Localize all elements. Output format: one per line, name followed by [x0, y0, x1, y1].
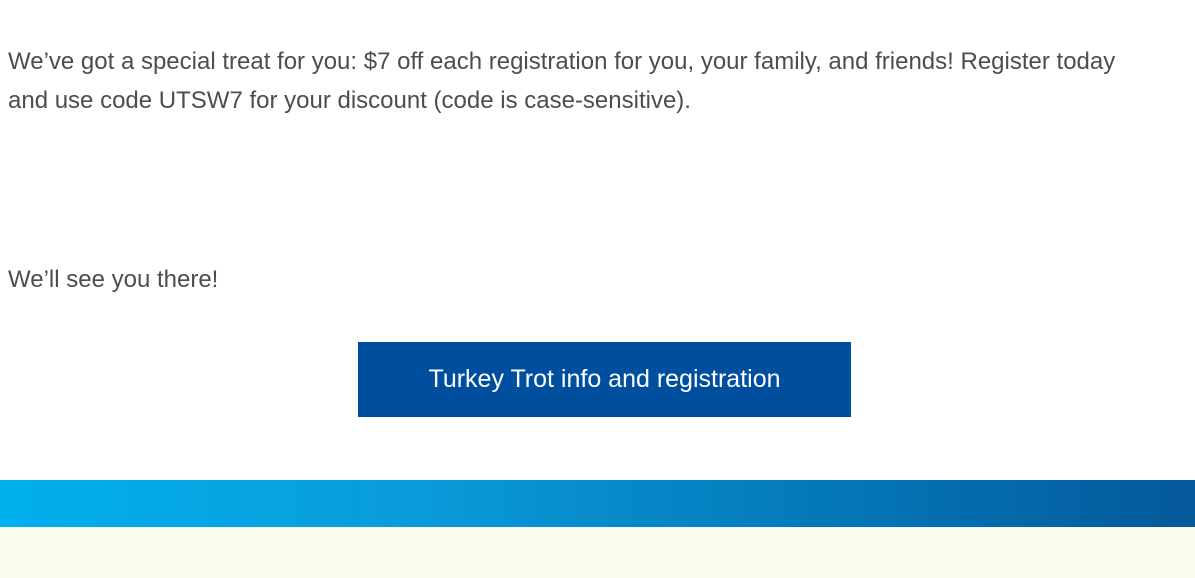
registration-button[interactable]: Turkey Trot info and registration	[358, 342, 851, 417]
cta-container: Turkey Trot info and registration	[358, 342, 851, 417]
gradient-divider	[0, 480, 1195, 527]
email-body: We’ve got a special treat for you: $7 of…	[0, 0, 1195, 480]
footer-area	[0, 527, 1195, 578]
closing-paragraph: We’ll see you there!	[8, 266, 219, 293]
discount-paragraph: We’ve got a special treat for you: $7 of…	[8, 48, 1116, 114]
